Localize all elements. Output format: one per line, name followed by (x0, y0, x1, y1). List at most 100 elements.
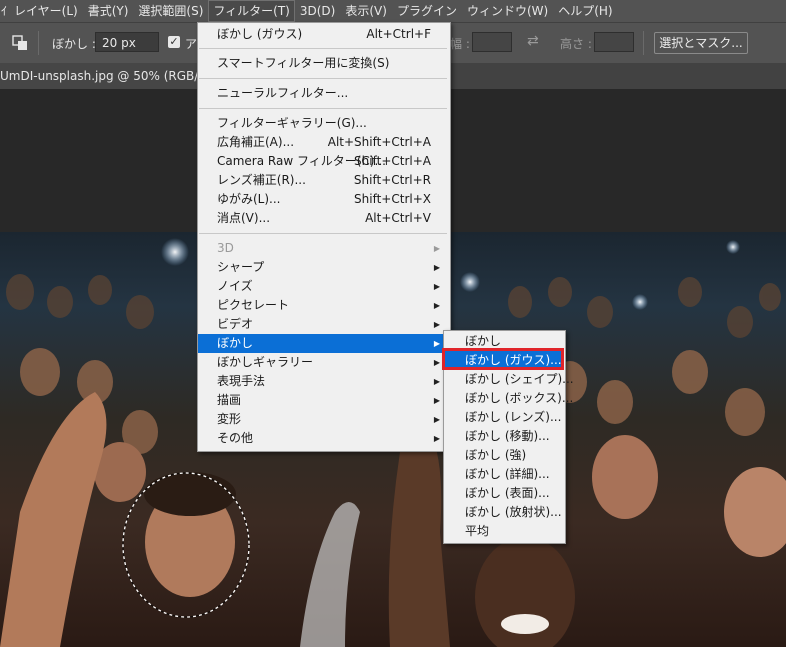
menu-item-video[interactable]: ビデオ ▶ (198, 315, 448, 334)
submenu-arrow-icon: ▶ (433, 301, 440, 310)
menu-item-render[interactable]: 描画 ▶ (198, 391, 448, 410)
menu-item-noise[interactable]: ノイズ ▶ (198, 277, 448, 296)
menu-item-label: ぼかし (ボックス)... (465, 391, 574, 405)
menu-item-label: スマートフィルター用に変換(S) (217, 56, 390, 70)
submenu-arrow-icon: ▶ (433, 415, 440, 424)
submenu-item-lens-blur[interactable]: ぼかし (レンズ)... (444, 408, 563, 427)
menu-item-stylize[interactable]: 表現手法 ▶ (198, 372, 448, 391)
menu-item-label: 表現手法 (217, 374, 266, 388)
menu-image-partial[interactable]: ｲ (0, 0, 9, 22)
menu-help[interactable]: ヘルプ(H) (553, 0, 617, 22)
document-tab[interactable]: UmDI-unsplash.jpg @ 50% (RGB/8) * (0, 63, 221, 89)
menu-item-label: ノイズ (217, 279, 253, 293)
swap-icon[interactable]: ⇄ (527, 33, 539, 49)
menu-item-shortcut: Shift+Ctrl+X (354, 192, 431, 206)
height-input[interactable] (594, 32, 634, 52)
submenu-arrow-icon: ▶ (433, 263, 440, 272)
menu-item-label: レンズ補正(R)... (217, 173, 306, 187)
menu-type[interactable]: 書式(Y) (83, 0, 134, 22)
feather-label: ぼかし : (52, 37, 96, 51)
menu-item-label: 描画 (217, 393, 242, 407)
menu-3d[interactable]: 3D(D) (295, 0, 340, 22)
menu-select[interactable]: 選択範囲(S) (133, 0, 208, 22)
menu-item-neural-filters[interactable]: ニューラルフィルター... (198, 84, 448, 103)
menu-item-shortcut: Alt+Ctrl+F (366, 27, 431, 41)
menu-item-label: ゆがみ(L)... (217, 192, 281, 206)
width-label: 幅 : (450, 37, 470, 51)
menu-item-label: ぼかし (レンズ)... (465, 410, 562, 424)
submenu-item-shape-blur[interactable]: ぼかし (シェイプ)... (444, 370, 574, 389)
submenu-arrow-icon: ▶ (433, 396, 440, 405)
submenu-item-radial-blur[interactable]: ぼかし (放射状)... (444, 503, 563, 522)
menu-item-label: 変形 (217, 412, 242, 426)
menu-item-label: ぼかし (移動)... (465, 429, 550, 443)
menu-item-shortcut: Shift+Ctrl+R (353, 173, 431, 187)
divider (38, 31, 39, 55)
height-label: 高さ : (560, 37, 592, 51)
divider (643, 31, 644, 55)
submenu-arrow-icon: ▶ (433, 358, 440, 367)
menu-plugins[interactable]: プラグイン (392, 0, 462, 22)
selection-mode-icon[interactable] (12, 35, 28, 51)
menu-window[interactable]: ウィンドウ(W) (462, 0, 553, 22)
menu-item-shortcut: Shift+Ctrl+A (354, 154, 431, 168)
menu-item-label: 消点(V)... (217, 211, 271, 225)
menu-divider (199, 108, 447, 109)
feather-input[interactable]: 20 px (95, 32, 159, 52)
menu-item-label: ぼかし (シェイプ)... (465, 372, 574, 386)
submenu-arrow-icon: ▶ (433, 434, 440, 443)
select-and-mask-button[interactable]: 選択とマスク... (654, 32, 748, 54)
menu-item-pixelate[interactable]: ピクセレート ▶ (198, 296, 448, 315)
menu-item-blur[interactable]: ぼかし ▶ (198, 334, 448, 353)
submenu-arrow-icon: ▶ (433, 377, 440, 386)
menu-item-convert-smart-filter[interactable]: スマートフィルター用に変換(S) (198, 54, 448, 73)
filter-menu: ぼかし (ガウス) Alt+Ctrl+F スマートフィルター用に変換(S) ニュ… (197, 22, 451, 452)
submenu-item-surface-blur[interactable]: ぼかし (表面)... (444, 484, 563, 503)
menu-item-label: ビデオ (217, 317, 254, 331)
menu-item-label: ぼかし (強) (465, 448, 527, 462)
menu-item-distort[interactable]: 変形 ▶ (198, 410, 448, 429)
menu-item-label: ピクセレート (217, 298, 290, 312)
submenu-item-motion-blur[interactable]: ぼかし (移動)... (444, 427, 563, 446)
menu-item-shortcut: Alt+Shift+Ctrl+A (327, 135, 431, 149)
menu-item-gaussian-blur-recent[interactable]: ぼかし (ガウス) Alt+Ctrl+F (198, 25, 448, 44)
menu-item-adaptive-wide-angle[interactable]: 広角補正(A)... Alt+Shift+Ctrl+A (198, 133, 448, 152)
submenu-item-average[interactable]: 平均 (444, 522, 563, 541)
menu-item-label: ぼかし (ガウス) (217, 27, 303, 41)
menu-item-blur-gallery[interactable]: ぼかしギャラリー ▶ (198, 353, 448, 372)
menu-item-camera-raw[interactable]: Camera Raw フィルター(C)... Shift+Ctrl+A (198, 152, 448, 171)
menu-item-label: フィルターギャラリー(G)... (217, 116, 367, 130)
submenu-arrow-icon: ▶ (433, 339, 440, 348)
menu-item-vanishing-point[interactable]: 消点(V)... Alt+Ctrl+V (198, 209, 448, 228)
menu-item-label: 広角補正(A)... (217, 135, 295, 149)
menu-item-label: ぼかし (詳細)... (465, 467, 550, 481)
menu-divider (199, 78, 447, 79)
menu-item-label: ぼかしギャラリー (217, 355, 314, 369)
submenu-item-smart-blur[interactable]: ぼかし (詳細)... (444, 465, 563, 484)
menu-item-label: ぼかし (放射状)... (465, 505, 562, 519)
menu-item-label: ぼかし (217, 336, 254, 350)
submenu-item-blur-more[interactable]: ぼかし (強) (444, 446, 563, 465)
submenu-arrow-icon: ▶ (433, 244, 440, 253)
menu-item-label: ニューラルフィルター... (217, 86, 349, 100)
menu-item-label: シャープ (217, 260, 265, 274)
menu-item-label: ぼかし (表面)... (465, 486, 550, 500)
menu-divider (199, 233, 447, 234)
antialias-label: ア (185, 37, 198, 51)
menu-item-lens-correction[interactable]: レンズ補正(R)... Shift+Ctrl+R (198, 171, 448, 190)
menubar: ｲ レイヤー(L) 書式(Y) 選択範囲(S) フィルター(T) 3D(D) 表… (0, 0, 786, 22)
menu-divider (199, 48, 447, 49)
antialias-checkbox[interactable]: ✓ (168, 36, 180, 48)
menu-filter[interactable]: フィルター(T) (208, 0, 295, 22)
menu-item-label: その他 (217, 431, 254, 445)
menu-view[interactable]: 表示(V) (340, 0, 392, 22)
menu-item-liquify[interactable]: ゆがみ(L)... Shift+Ctrl+X (198, 190, 448, 209)
submenu-item-box-blur[interactable]: ぼかし (ボックス)... (444, 389, 573, 408)
highlight-annotation-box (442, 348, 564, 370)
width-input[interactable] (472, 32, 512, 52)
menu-item-filter-gallery[interactable]: フィルターギャラリー(G)... (198, 114, 448, 133)
menu-layer[interactable]: レイヤー(L) (9, 0, 83, 22)
menu-item-sharpen[interactable]: シャープ ▶ (198, 258, 448, 277)
menu-item-other[interactable]: その他 ▶ (198, 429, 448, 448)
submenu-arrow-icon: ▶ (433, 282, 440, 291)
